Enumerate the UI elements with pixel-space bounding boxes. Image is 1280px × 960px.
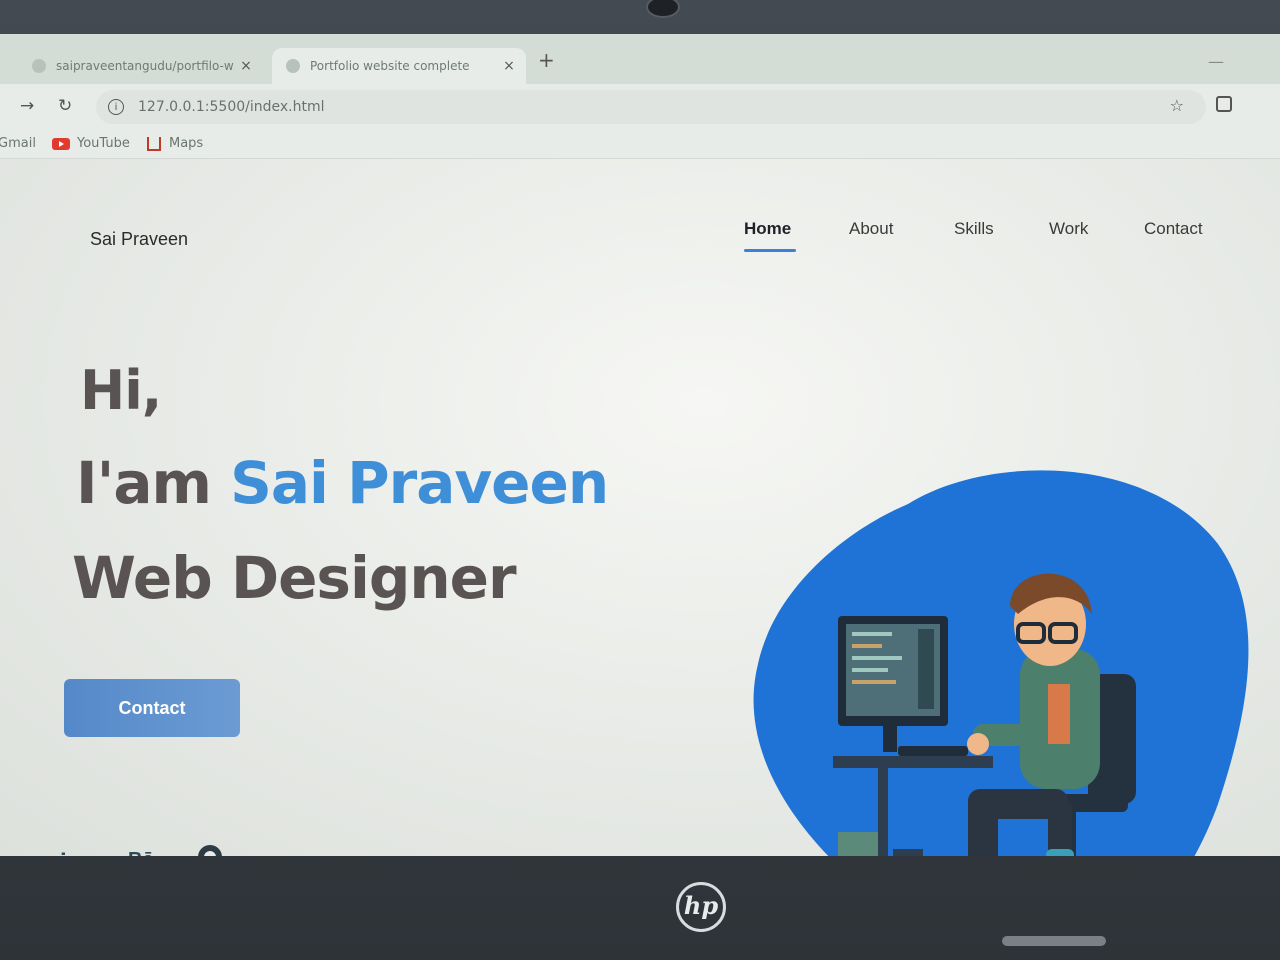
maps-icon — [147, 136, 161, 151]
site-info-icon[interactable]: i — [108, 99, 124, 115]
new-tab-button[interactable]: + — [538, 48, 555, 72]
github-favicon-icon — [32, 59, 46, 73]
minimize-icon[interactable]: — — [1208, 52, 1224, 71]
bookmark-label: Gmail — [0, 136, 36, 151]
tab-title: Portfolio website complete — [310, 59, 470, 73]
toolbar: → ↻ i 127.0.0.1:5500/index.html ☆ — [0, 84, 1280, 130]
youtube-icon — [52, 137, 70, 150]
bookmark-gmail[interactable]: Gmail — [0, 136, 36, 151]
hero-greeting: Hi, — [80, 359, 162, 422]
tab-bar: saipraveentangudu/portfilo-w × Portfolio… — [0, 34, 1280, 84]
tab-github[interactable]: saipraveentangudu/portfilo-w × — [18, 48, 263, 84]
nav-about[interactable]: About — [849, 219, 893, 239]
address-bar[interactable]: i 127.0.0.1:5500/index.html ☆ — [96, 90, 1206, 124]
nav-home[interactable]: Home — [744, 219, 791, 239]
portfolio-page: Sai Praveen Home About Skills Work Conta… — [0, 159, 1280, 856]
forward-icon[interactable]: → — [20, 96, 34, 116]
status-light-strip — [1002, 936, 1106, 946]
bookmark-youtube[interactable]: YouTube — [52, 136, 130, 151]
close-tab-icon[interactable]: × — [235, 58, 257, 74]
site-logo[interactable]: Sai Praveen — [90, 229, 188, 250]
bookmark-label: Maps — [169, 136, 204, 151]
bookmark-maps[interactable]: Maps — [147, 136, 203, 151]
close-tab-icon[interactable]: × — [498, 58, 520, 74]
address-url[interactable]: 127.0.0.1:5500/index.html — [138, 99, 325, 115]
github-icon[interactable] — [198, 845, 222, 856]
hero-name: Sai Praveen — [230, 449, 609, 517]
hero-intro-prefix: I'am — [76, 449, 231, 517]
reload-icon[interactable]: ↻ — [58, 96, 72, 116]
nav-work[interactable]: Work — [1049, 219, 1088, 239]
hp-logo: hp — [676, 882, 726, 932]
tab-portfolio[interactable]: Portfolio website complete × — [272, 48, 526, 84]
bookmark-star-icon[interactable]: ☆ — [1170, 96, 1184, 115]
behance-icon[interactable]: Bē — [128, 849, 154, 856]
nav-active-indicator — [744, 249, 796, 252]
bookmarks-bar: Gmail YouTube Maps — [0, 130, 1280, 159]
contact-button[interactable]: Contact — [64, 679, 240, 737]
globe-favicon-icon — [286, 59, 300, 73]
webcam — [646, 0, 680, 18]
tab-title: saipraveentangudu/portfilo-w — [56, 59, 234, 73]
nav-skills[interactable]: Skills — [954, 219, 994, 239]
laptop-bezel: saipraveentangudu/portfilo-w × Portfolio… — [0, 0, 1280, 960]
developer-illustration — [753, 470, 1249, 856]
linkedin-icon[interactable]: in — [60, 849, 81, 856]
hero-role: Web Designer — [72, 544, 517, 612]
screen: saipraveentangudu/portfilo-w × Portfolio… — [0, 34, 1280, 856]
hero-illustration — [748, 464, 1258, 856]
hero-intro: I'am Sai Praveen — [76, 449, 609, 517]
extensions-icon[interactable] — [1216, 96, 1232, 112]
nav-contact[interactable]: Contact — [1144, 219, 1203, 239]
bookmark-label: YouTube — [77, 136, 130, 151]
